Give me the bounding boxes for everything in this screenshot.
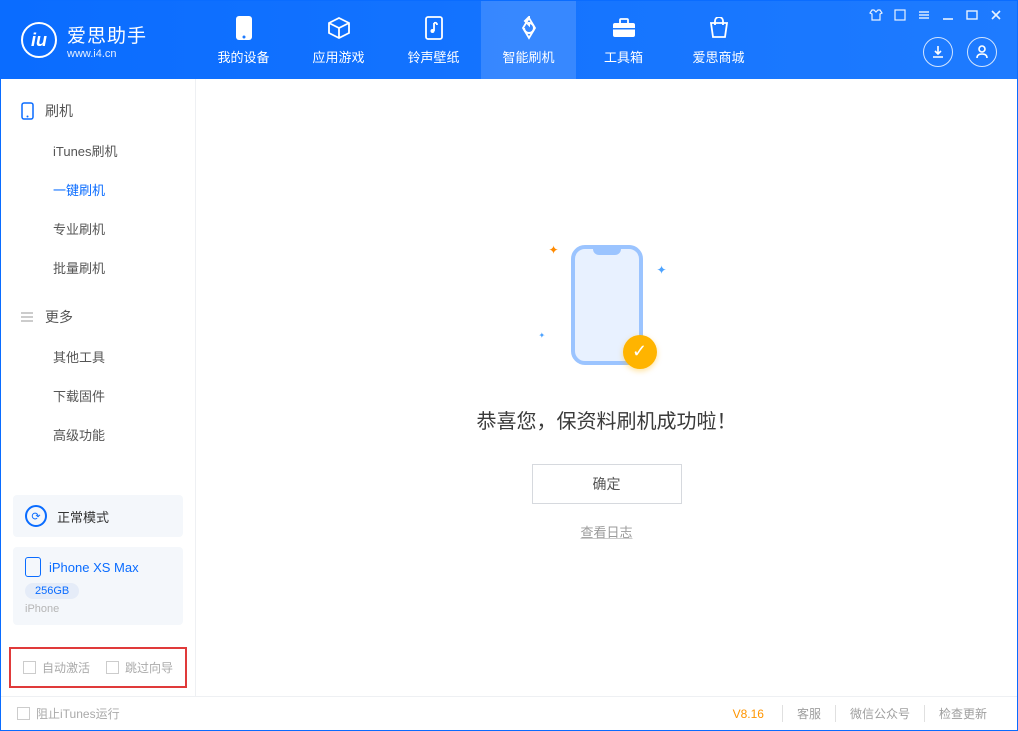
checkbox-label: 自动激活 (42, 659, 90, 676)
menu-icon[interactable] (893, 8, 907, 22)
nav-tab-flash[interactable]: 智能刷机 (481, 1, 576, 79)
mode-label: 正常模式 (57, 507, 109, 526)
sidebar-scroll: 刷机 iTunes刷机 一键刷机 专业刷机 批量刷机 更多 其他工具 下载固件 … (1, 79, 195, 483)
minimize-button[interactable] (941, 8, 955, 22)
close-button[interactable] (989, 8, 1003, 22)
checkbox-icon (23, 661, 36, 674)
skin-icon[interactable] (869, 8, 883, 22)
sparkle-icon: ✦ (539, 331, 546, 340)
checkbox-label: 跳过向导 (125, 659, 173, 676)
checkbox-icon (106, 661, 119, 674)
sidebar-group-more[interactable]: 更多 (1, 297, 195, 337)
logo-area: iu 爱思助手 www.i4.cn (1, 1, 196, 79)
header-actions (923, 37, 997, 67)
toolbox-icon (611, 15, 637, 41)
user-icon[interactable] (967, 37, 997, 67)
sidebar-item-batch-flash[interactable]: 批量刷机 (1, 248, 195, 287)
sparkle-icon: ✦ (549, 243, 559, 257)
body: 刷机 iTunes刷机 一键刷机 专业刷机 批量刷机 更多 其他工具 下载固件 … (1, 79, 1017, 696)
device-icon (231, 15, 257, 41)
nav-tab-apps[interactable]: 应用游戏 (291, 1, 386, 79)
sidebar-item-itunes-flash[interactable]: iTunes刷机 (1, 131, 195, 170)
sidebar-bottom: ⟳ 正常模式 iPhone XS Max 256GB iPhone (1, 483, 195, 647)
maximize-button[interactable] (965, 8, 979, 22)
sparkle-icon: ✦ (656, 263, 666, 277)
sidebar-item-other-tools[interactable]: 其他工具 (1, 337, 195, 376)
device-type: iPhone (25, 603, 171, 615)
device-card[interactable]: iPhone XS Max 256GB iPhone (13, 547, 183, 625)
footer-link-wechat[interactable]: 微信公众号 (835, 705, 924, 722)
window-controls (869, 1, 1017, 29)
success-area: ✦ ✦ ✦ ✓ 恭喜您，保资料刷机成功啦！ 确定 查看日志 (477, 235, 737, 541)
cube-icon (326, 15, 352, 41)
logo-icon: iu (21, 22, 57, 58)
device-storage: 256GB (25, 583, 79, 599)
sidebar: 刷机 iTunes刷机 一键刷机 专业刷机 批量刷机 更多 其他工具 下载固件 … (1, 79, 196, 696)
shop-icon (706, 15, 732, 41)
footer-right: V8.16 客服 微信公众号 检查更新 (733, 705, 1001, 722)
checkbox-skip-guide[interactable]: 跳过向导 (106, 659, 173, 676)
mode-icon: ⟳ (25, 505, 47, 527)
music-icon (421, 15, 447, 41)
logo-text: 爱思助手 www.i4.cn (67, 21, 147, 60)
footer: 阻止iTunes运行 V8.16 客服 微信公众号 检查更新 (1, 696, 1017, 730)
footer-left: 阻止iTunes运行 (17, 705, 120, 722)
sidebar-group-title: 刷机 (45, 101, 73, 121)
nav-tab-label: 应用游戏 (312, 47, 364, 66)
device-phone-icon (25, 557, 41, 577)
checkbox-icon (17, 707, 30, 720)
nav-tab-label: 我的设备 (217, 47, 269, 66)
more-icon (19, 309, 35, 325)
refresh-icon (516, 15, 542, 41)
nav-tab-device[interactable]: 我的设备 (196, 1, 291, 79)
download-icon[interactable] (923, 37, 953, 67)
sidebar-item-advanced[interactable]: 高级功能 (1, 415, 195, 454)
sidebar-item-download-firmware[interactable]: 下载固件 (1, 376, 195, 415)
check-badge-icon: ✓ (623, 335, 657, 369)
mode-card[interactable]: ⟳ 正常模式 (13, 495, 183, 537)
success-text: 恭喜您，保资料刷机成功啦！ (477, 405, 737, 434)
nav-tab-shop[interactable]: 爱思商城 (671, 1, 766, 79)
highlight-box: 自动激活 跳过向导 (9, 647, 187, 688)
nav-tab-ringtones[interactable]: 铃声壁纸 (386, 1, 481, 79)
phone-illustration: ✦ ✦ ✦ ✓ (557, 235, 657, 375)
footer-link-update[interactable]: 检查更新 (924, 705, 1001, 722)
nav-tab-label: 工具箱 (604, 47, 643, 66)
header: iu 爱思助手 www.i4.cn 我的设备 应用游戏 铃声壁纸 智能刷机 (1, 1, 1017, 79)
sidebar-item-pro-flash[interactable]: 专业刷机 (1, 209, 195, 248)
device-title: iPhone XS Max (25, 557, 171, 577)
phone-notch (593, 249, 621, 255)
device-name: iPhone XS Max (49, 560, 139, 575)
app-window: iu 爱思助手 www.i4.cn 我的设备 应用游戏 铃声壁纸 智能刷机 (0, 0, 1018, 731)
nav-tab-label: 爱思商城 (692, 47, 744, 66)
checkbox-label: 阻止iTunes运行 (36, 705, 120, 722)
app-subtitle: www.i4.cn (67, 48, 147, 60)
ok-button[interactable]: 确定 (532, 464, 682, 504)
version-label: V8.16 (733, 707, 764, 721)
sidebar-group-flash[interactable]: 刷机 (1, 91, 195, 131)
main-content: ✦ ✦ ✦ ✓ 恭喜您，保资料刷机成功啦！ 确定 查看日志 (196, 79, 1017, 696)
nav-tab-toolbox[interactable]: 工具箱 (576, 1, 671, 79)
sidebar-group-title: 更多 (45, 307, 73, 327)
list-icon[interactable] (917, 8, 931, 22)
view-log-link[interactable]: 查看日志 (580, 522, 632, 541)
phone-icon (19, 103, 35, 119)
checkbox-auto-activate[interactable]: 自动激活 (23, 659, 90, 676)
footer-link-support[interactable]: 客服 (782, 705, 835, 722)
sidebar-item-onekey-flash[interactable]: 一键刷机 (1, 170, 195, 209)
checkbox-stop-itunes[interactable]: 阻止iTunes运行 (17, 705, 120, 722)
nav-tab-label: 铃声壁纸 (407, 47, 459, 66)
nav-tab-label: 智能刷机 (502, 47, 554, 66)
app-title: 爱思助手 (67, 21, 147, 48)
